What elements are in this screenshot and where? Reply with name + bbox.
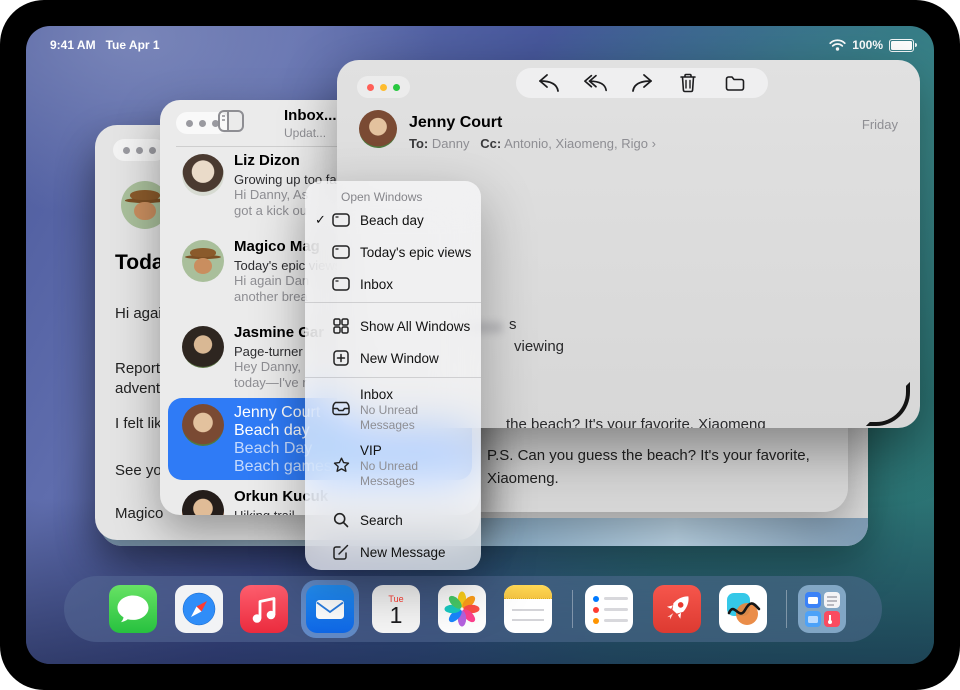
dock-divider — [786, 590, 787, 628]
rocket-app-icon[interactable] — [653, 585, 701, 633]
menu-item-label: Search — [360, 513, 403, 528]
body-fragment: s — [509, 316, 517, 333]
menu-item-label: Today's epic views — [360, 245, 471, 260]
messages-app-icon[interactable] — [109, 585, 157, 633]
avatar — [182, 240, 224, 282]
menu-item-new-message[interactable]: New Message — [315, 537, 475, 567]
reminders-app-icon[interactable] — [585, 585, 633, 633]
reply-all-button[interactable] — [584, 72, 608, 94]
music-app-icon[interactable] — [240, 585, 288, 633]
menu-item-search[interactable]: Search — [315, 505, 475, 535]
star-icon — [331, 457, 351, 473]
avatar — [182, 490, 224, 515]
sender-avatar — [359, 110, 397, 148]
menu-item-subtitle: No Unread Messages — [360, 403, 460, 433]
mini-mail-icon — [805, 592, 821, 608]
body-line: Magico — [115, 505, 163, 522]
menu-item-label: Inbox — [360, 277, 393, 292]
menu-item-new-window[interactable]: New Window — [315, 343, 475, 373]
menu-item-mailbox-inbox[interactable]: Inbox No Unread Messages — [315, 387, 475, 439]
sidebar-toggle-icon[interactable] — [218, 110, 244, 132]
freeform-app-icon[interactable] — [719, 585, 767, 633]
resize-handle[interactable] — [866, 382, 910, 426]
window-controls[interactable] — [357, 76, 410, 98]
window-icon — [331, 213, 351, 227]
notes-app-icon[interactable] — [504, 585, 552, 633]
to-value: Danny — [432, 136, 470, 151]
message-date: Friday — [862, 117, 898, 132]
avatar — [182, 404, 224, 446]
to-label: To: — [409, 136, 428, 151]
calendar-day: 1 — [390, 604, 403, 626]
email-sender: Liz Dizon — [234, 152, 347, 169]
cc-value: Antonio, Xiaomeng, Rigo › — [504, 136, 656, 151]
mail-toolbar — [516, 68, 768, 98]
window-icon — [331, 245, 351, 259]
menu-item-label: VIP — [360, 443, 460, 458]
sender-name: Jenny Court — [409, 114, 502, 132]
mini-music-icon — [824, 611, 840, 627]
menu-item-label: Show All Windows — [360, 319, 470, 334]
checkmark-icon: ✓ — [315, 212, 331, 228]
photos-app-icon[interactable] — [438, 585, 486, 633]
clipped-body-line: the beach? It's your favorite. Xiaomeng — [506, 416, 766, 428]
ipad-device: 9:41 AM Tue Apr 1 100% P.S. Can you gues… — [0, 0, 960, 690]
menu-header: Open Windows — [341, 190, 422, 204]
menu-item-label: Beach day — [360, 213, 424, 228]
mailbox-status: Updat... — [284, 126, 326, 140]
menu-item-beach-day[interactable]: ✓ Beach day — [315, 205, 475, 235]
open-windows-menu: Open Windows ✓ Beach day Today's epic vi… — [305, 181, 481, 570]
window-controls[interactable] — [113, 139, 166, 161]
menu-item-todays-epic-views[interactable]: Today's epic views — [315, 237, 475, 267]
reply-button[interactable] — [537, 72, 561, 94]
mailbox-title: Inbox... — [284, 107, 337, 124]
menu-item-label: New Message — [360, 545, 446, 560]
mail-app-icon[interactable] — [306, 585, 354, 633]
compose-icon — [331, 544, 351, 560]
wifi-icon — [829, 39, 846, 51]
status-date: Tue Apr 1 — [106, 38, 160, 52]
menu-item-inbox-window[interactable]: Inbox — [315, 269, 475, 299]
ps-text: P.S. Can you guess the beach? It's your … — [487, 444, 821, 490]
window-icon — [331, 277, 351, 291]
grid-icon — [331, 318, 351, 334]
battery-icon — [889, 39, 914, 52]
menu-item-show-all-windows[interactable]: Show All Windows — [315, 311, 475, 341]
tray-icon — [331, 401, 351, 416]
body-fragment: viewing — [514, 338, 564, 355]
app-library-icon[interactable] — [798, 585, 846, 633]
cc-label: Cc: — [480, 136, 501, 151]
menu-item-subtitle: No Unread Messages — [360, 459, 460, 489]
mini-reminders-icon — [824, 592, 840, 608]
menu-item-mailbox-vip[interactable]: VIP No Unread Messages — [315, 443, 475, 495]
status-bar: 9:41 AM Tue Apr 1 100% — [26, 38, 934, 54]
recipients-line[interactable]: To: Danny Cc: Antonio, Xiaomeng, Rigo › — [409, 136, 656, 151]
menu-item-label: New Window — [360, 351, 439, 366]
plus-square-icon — [331, 350, 351, 366]
screen: 9:41 AM Tue Apr 1 100% P.S. Can you gues… — [26, 26, 934, 664]
dock: Tue 1 — [64, 576, 882, 642]
safari-app-icon[interactable] — [175, 585, 223, 633]
forward-button[interactable] — [630, 72, 654, 94]
menu-item-label: Inbox — [360, 387, 460, 402]
calendar-app-icon[interactable]: Tue 1 — [372, 585, 420, 633]
mini-folder-icon — [805, 611, 821, 627]
battery-percent: 100% — [852, 38, 883, 52]
trash-button[interactable] — [676, 72, 700, 94]
search-icon — [331, 512, 351, 528]
folder-button[interactable] — [723, 72, 747, 94]
status-time: 9:41 AM — [50, 38, 96, 52]
avatar — [182, 326, 224, 368]
dock-divider — [572, 590, 573, 628]
avatar — [182, 154, 224, 196]
